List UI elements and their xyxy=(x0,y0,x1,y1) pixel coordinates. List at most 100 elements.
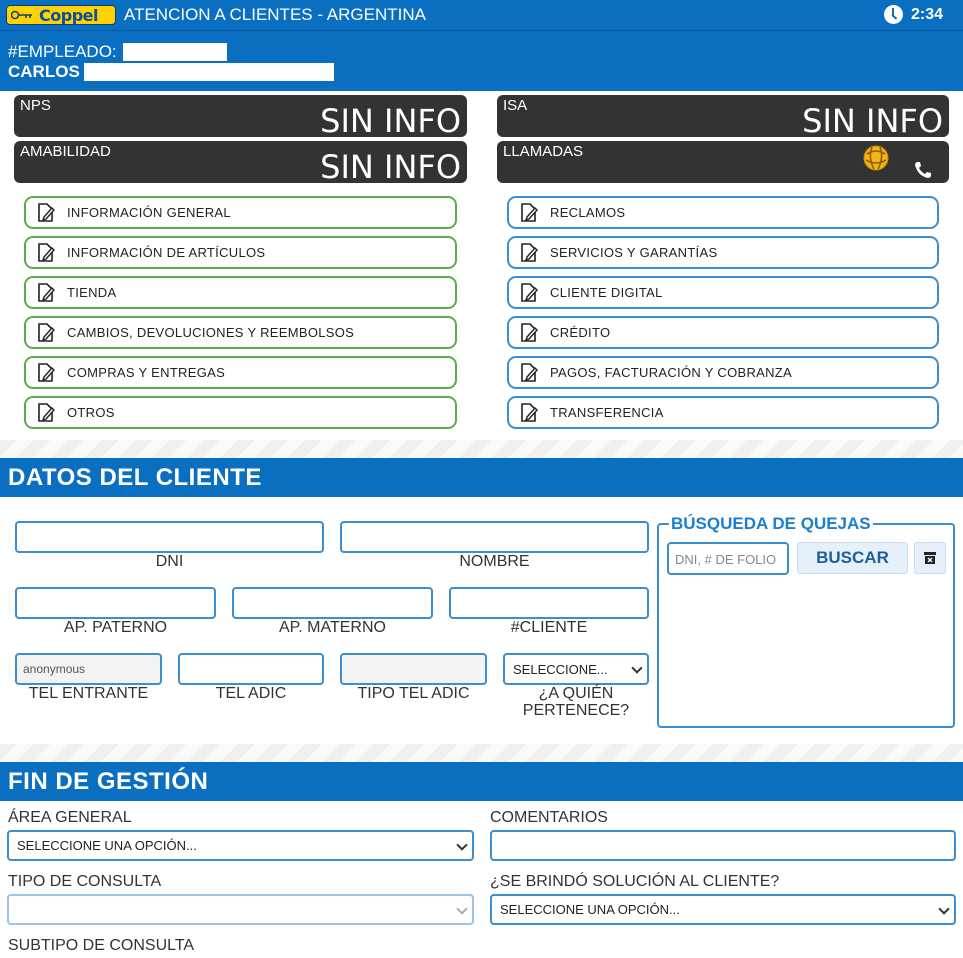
edit-document-icon xyxy=(38,242,55,262)
metric-llamadas-label: LLAMADAS xyxy=(503,143,584,160)
key-icon xyxy=(11,10,32,20)
pertenece-label-line1: ¿A QUIÉN xyxy=(538,685,614,702)
section-fin-gestion: FIN DE GESTIÓN xyxy=(0,762,963,801)
cliente-number-input[interactable] xyxy=(449,587,649,619)
chevron-down-icon xyxy=(631,662,643,674)
category-informacion-general[interactable]: INFORMACIÓN GENERAL xyxy=(24,196,457,229)
category-label: TIENDA xyxy=(67,285,117,300)
trash-icon xyxy=(924,552,936,564)
edit-document-icon xyxy=(38,362,55,382)
buscar-button[interactable]: BUSCAR xyxy=(797,542,908,574)
employee-bar: #EMPLEADO: CARLOS xyxy=(0,31,963,91)
globe-icon xyxy=(863,145,889,171)
category-label: INFORMACIÓN DE ARTÍCULOS xyxy=(67,245,266,260)
busqueda-quejas-legend: BÚSQUEDA DE QUEJAS xyxy=(669,514,873,534)
tel-entrante-label: TEL ENTRANTE xyxy=(28,685,149,702)
nombre-label: NOMBRE xyxy=(459,553,530,570)
tipo-tel-adic-input[interactable] xyxy=(340,653,487,685)
section-datos-cliente: DATOS DEL CLIENTE xyxy=(0,458,963,497)
category-label: RECLAMOS xyxy=(550,205,626,220)
category-cliente-digital[interactable]: CLIENTE DIGITAL xyxy=(507,276,939,309)
edit-document-icon xyxy=(521,282,538,302)
session-clock: 2:34 xyxy=(883,5,943,24)
solucion-value: SELECCIONE UNA OPCIÓN... xyxy=(500,902,680,917)
metric-isa-value: SIN INFO xyxy=(802,102,943,140)
employee-label: #EMPLEADO: xyxy=(8,42,117,61)
logo-text: Coppel xyxy=(39,5,98,25)
chevron-down-icon xyxy=(456,903,468,915)
comentarios-label: COMENTARIOS xyxy=(490,809,608,826)
metric-amabilidad: AMABILIDAD SIN INFO xyxy=(14,141,467,186)
tel-entrante-value: anonymous xyxy=(23,662,86,676)
metric-isa: ISA SIN INFO xyxy=(497,95,949,140)
coppel-logo: Coppel xyxy=(6,5,116,25)
chevron-down-icon xyxy=(938,903,950,915)
category-label: INFORMACIÓN GENERAL xyxy=(67,205,231,220)
tipo-tel-adic-label: TIPO TEL ADIC xyxy=(357,685,470,702)
phone-icon xyxy=(915,162,931,178)
dni-label: DNI xyxy=(155,553,184,570)
app-title: ATENCION A CLIENTES - ARGENTINA xyxy=(124,5,426,24)
category-reclamos[interactable]: RECLAMOS xyxy=(507,196,939,229)
edit-document-icon xyxy=(38,202,55,222)
edit-document-icon xyxy=(521,242,538,262)
ap-paterno-input[interactable] xyxy=(15,587,216,619)
category-cambios-devoluciones[interactable]: CAMBIOS, DEVOLUCIONES Y REEMBOLSOS xyxy=(24,316,457,349)
area-general-value: SELECCIONE UNA OPCIÓN... xyxy=(17,838,197,853)
edit-document-icon xyxy=(38,402,55,422)
edit-document-icon xyxy=(521,402,538,422)
busqueda-quejas-panel: BÚSQUEDA DE QUEJAS DNI, # DE FOLIO BUSCA… xyxy=(657,514,955,728)
metric-llamadas: LLAMADAS xyxy=(497,141,949,183)
employee-surname-redacted xyxy=(83,63,334,81)
pertenece-select-value: SELECCIONE... xyxy=(513,661,608,677)
category-pagos-facturacion[interactable]: PAGOS, FACTURACIÓN Y COBRANZA xyxy=(507,356,939,389)
metric-nps: NPS SIN INFO xyxy=(14,95,467,140)
ap-materno-input[interactable] xyxy=(232,587,433,619)
category-label: TRANSFERENCIA xyxy=(550,405,664,420)
edit-document-icon xyxy=(38,322,55,342)
area-general-select[interactable]: SELECCIONE UNA OPCIÓN... xyxy=(7,830,474,861)
ap-paterno-label: AP. PATERNO xyxy=(63,619,168,636)
edit-document-icon xyxy=(521,202,538,222)
quejas-search-input[interactable]: DNI, # DE FOLIO xyxy=(667,542,789,575)
tipo-consulta-label: TIPO DE CONSULTA xyxy=(8,873,162,890)
tel-adic-label: TEL ADIC xyxy=(215,685,287,702)
category-servicios-garantias[interactable]: SERVICIOS Y GARANTÍAS xyxy=(507,236,939,269)
pertenece-select[interactable]: SELECCIONE... xyxy=(503,653,649,685)
nombre-input[interactable] xyxy=(340,521,649,553)
area-general-label: ÁREA GENERAL xyxy=(8,809,132,826)
employee-name: CARLOS xyxy=(8,62,80,81)
category-tienda[interactable]: TIENDA xyxy=(24,276,457,309)
category-compras-entregas[interactable]: COMPRAS Y ENTREGAS xyxy=(24,356,457,389)
category-label: SERVICIOS Y GARANTÍAS xyxy=(550,245,718,260)
clear-button[interactable] xyxy=(914,542,946,574)
tel-entrante-input[interactable]: anonymous xyxy=(15,653,162,685)
edit-document-icon xyxy=(521,362,538,382)
tel-adic-input[interactable] xyxy=(178,653,324,685)
quejas-search-placeholder: DNI, # DE FOLIO xyxy=(675,552,777,567)
category-credito[interactable]: CRÉDITO xyxy=(507,316,939,349)
metric-amabilidad-label: AMABILIDAD xyxy=(20,143,111,160)
metric-amabilidad-value: SIN INFO xyxy=(320,148,461,186)
decorative-divider xyxy=(0,744,963,762)
decorative-divider xyxy=(0,440,963,458)
edit-document-icon xyxy=(521,322,538,342)
edit-document-icon xyxy=(38,282,55,302)
category-otros[interactable]: OTROS xyxy=(24,396,457,429)
category-transferencia[interactable]: TRANSFERENCIA xyxy=(507,396,939,429)
tipo-consulta-select[interactable] xyxy=(7,894,474,925)
comentarios-input[interactable] xyxy=(490,830,956,861)
clock-icon xyxy=(883,5,903,24)
category-label: OTROS xyxy=(67,405,115,420)
solucion-label: ¿SE BRINDÓ SOLUCIÓN AL CLIENTE? xyxy=(490,873,780,890)
category-label: PAGOS, FACTURACIÓN Y COBRANZA xyxy=(550,365,793,380)
dni-input[interactable] xyxy=(15,521,324,553)
solucion-select[interactable]: SELECCIONE UNA OPCIÓN... xyxy=(490,894,956,925)
employee-id-redacted xyxy=(122,43,227,61)
cliente-number-label: #CLIENTE xyxy=(510,619,588,636)
chevron-down-icon xyxy=(456,839,468,851)
category-informacion-articulos[interactable]: INFORMACIÓN DE ARTÍCULOS xyxy=(24,236,457,269)
category-label: COMPRAS Y ENTREGAS xyxy=(67,365,226,380)
category-label: CRÉDITO xyxy=(550,325,611,340)
pertenece-label: ¿A QUIÉN PERTENECE? xyxy=(503,685,649,719)
